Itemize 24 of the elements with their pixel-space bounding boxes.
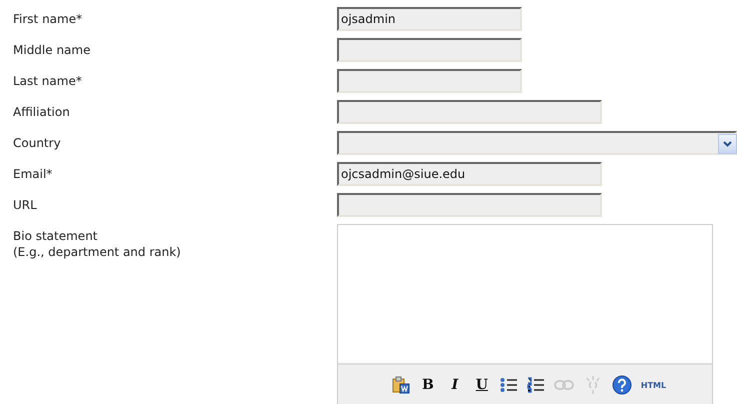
rich-text-editor[interactable]: B I U HTML xyxy=(337,224,713,404)
field-label: Last name* xyxy=(13,73,83,89)
field-label: URL xyxy=(13,197,38,213)
bold-button[interactable]: B xyxy=(418,374,437,396)
field-label: Middle name xyxy=(13,42,92,58)
field-label: Affiliation xyxy=(13,104,71,120)
text-field[interactable] xyxy=(337,69,522,93)
text-field[interactable]: ojsadmin xyxy=(337,7,522,31)
help-icon[interactable] xyxy=(612,374,632,396)
text-field[interactable] xyxy=(337,38,522,62)
field-label: First name* xyxy=(13,11,84,27)
underline-button[interactable]: U xyxy=(472,374,491,396)
dropdown-caret-icon[interactable] xyxy=(718,134,737,154)
text-field[interactable] xyxy=(337,193,602,217)
field-hint: (E.g., department and rank) xyxy=(13,244,182,260)
paste-word-icon[interactable] xyxy=(392,374,410,396)
text-field[interactable]: ojcsadmin@siue.edu xyxy=(337,162,602,186)
field-label: Country xyxy=(13,135,62,151)
country-dropdown[interactable] xyxy=(337,131,737,155)
italic-button[interactable]: I xyxy=(446,374,464,396)
text-field[interactable] xyxy=(337,100,602,124)
html-button[interactable]: HTML xyxy=(640,374,666,396)
field-label: Bio statement xyxy=(13,228,99,244)
field-label: Email* xyxy=(13,166,54,182)
